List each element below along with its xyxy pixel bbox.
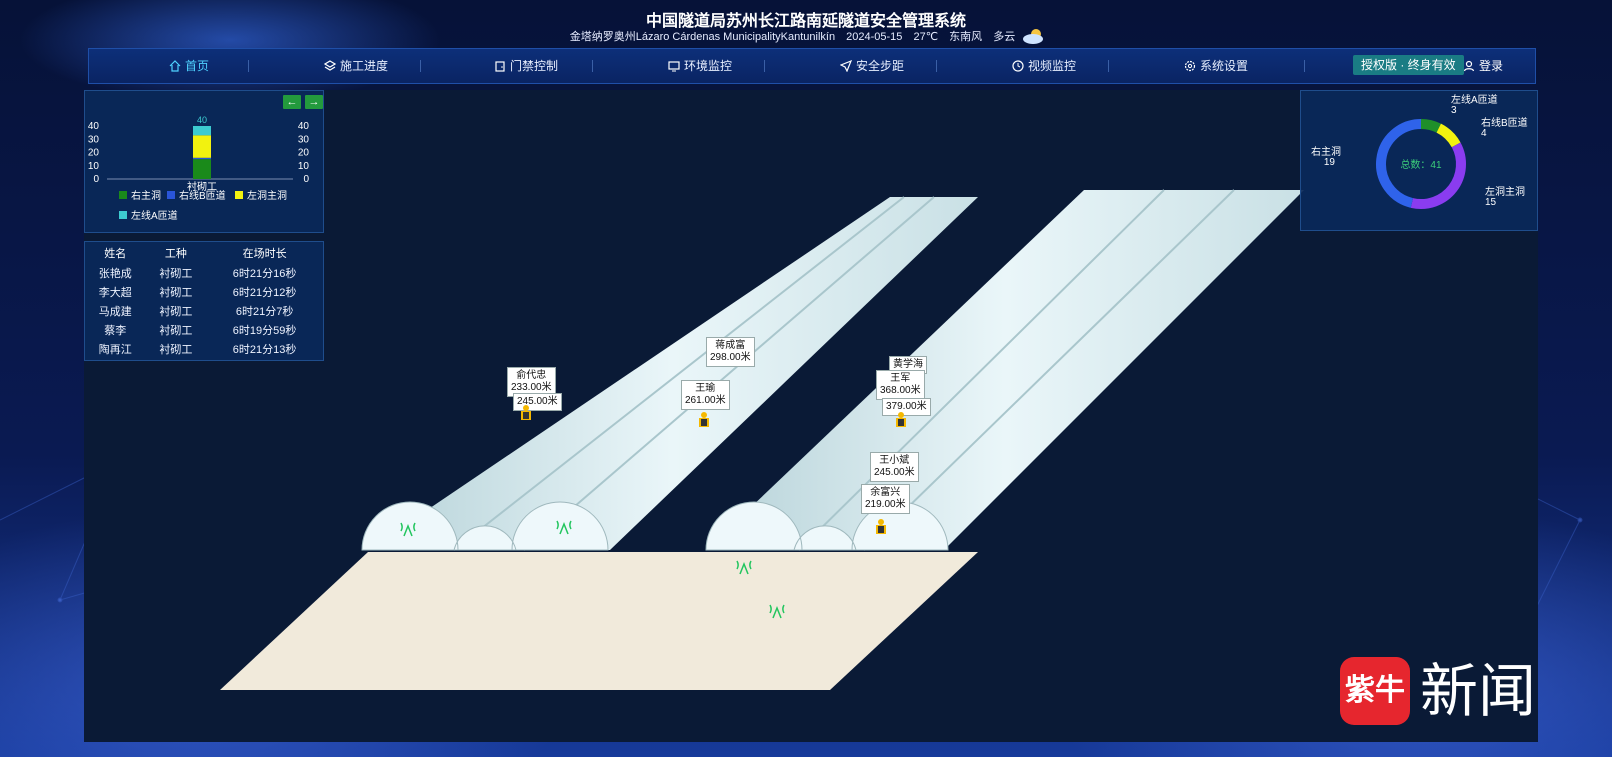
nav-environment-monitor[interactable]: 环境监控	[625, 49, 775, 83]
table-row[interactable]: 李大超 衬砌工 6时21分12秒	[85, 282, 323, 301]
bar-segment	[193, 157, 211, 160]
worker-icon[interactable]	[893, 412, 909, 430]
legend-swatch	[119, 211, 127, 219]
donut-label: 左线A匝道	[1451, 93, 1498, 106]
layers-icon	[323, 60, 337, 71]
bar-segment	[193, 135, 211, 158]
nav-home[interactable]: 首页	[114, 49, 264, 83]
worker-icon[interactable]	[518, 405, 534, 423]
table-row[interactable]: 蔡李 衬砌工 6时19分59秒	[85, 320, 323, 339]
table-row[interactable]: 马成建 衬砌工 6时21分7秒	[85, 301, 323, 320]
location-text: 金塔纳罗奥州Lázaro Cárdenas MunicipalityKantun…	[569, 31, 836, 43]
login-button[interactable]: 登录	[1463, 49, 1503, 83]
y-tick-left: 0	[93, 174, 99, 185]
table-row[interactable]: 陶再江 衬砌工 6时21分13秒	[85, 339, 323, 358]
donut-chart: 总数：41左线A匝道3右线B匝道4左洞主洞15右主洞19	[1311, 93, 1528, 209]
watermark: 紫牛 新闻	[1340, 655, 1560, 727]
wind-text: 东南风	[949, 31, 983, 43]
bar-chart: 0 010 1020 2030 3040 4040衬砌工右主洞 右线B匝道 左洞主洞左线A匝道	[88, 115, 310, 222]
worker-tag[interactable]: 王军 368.00米	[876, 370, 925, 400]
legend-label: 左洞主洞	[247, 189, 287, 202]
bar-total-label: 40	[197, 115, 207, 125]
donut-value: 15	[1485, 197, 1497, 208]
gear-icon	[1184, 60, 1196, 72]
donut-slice	[1436, 123, 1461, 148]
y-tick-right: 20	[298, 148, 310, 159]
donut-slice	[1420, 119, 1441, 133]
legend-swatch	[119, 191, 127, 199]
y-tick-right: 10	[298, 161, 310, 172]
navigation-icon	[839, 59, 853, 73]
ground-platform	[220, 552, 978, 690]
donut-value: 19	[1324, 157, 1336, 168]
y-tick-right: 40	[298, 121, 310, 132]
door-icon	[495, 61, 505, 72]
date-text: 2024-05-15	[846, 31, 903, 43]
nav-safety-distance[interactable]: 安全步距	[797, 49, 947, 83]
y-tick-left: 20	[88, 148, 100, 159]
col-duration: 在场时长	[242, 247, 287, 260]
legend-label: 右线B匝道	[179, 189, 226, 202]
donut-value: 3	[1451, 105, 1457, 116]
donut-center-label: 总数：41	[1400, 158, 1442, 171]
header-info: 金塔纳罗奥州Lázaro Cárdenas MunicipalityKantun…	[0, 28, 1612, 44]
bar-segment	[193, 126, 211, 136]
worker-tag[interactable]: 王小斌 245.00米	[870, 452, 919, 482]
table-row[interactable]: 张艳成 衬砌工 6时21分16秒	[85, 263, 323, 282]
nav-access-control[interactable]: 门禁控制	[451, 49, 601, 83]
temperature-text: 27℃	[913, 31, 939, 43]
user-icon	[1463, 60, 1475, 72]
donut-slice	[1410, 142, 1466, 209]
worker-icon[interactable]	[873, 519, 889, 537]
legend-swatch	[167, 191, 175, 199]
nav-video-monitor[interactable]: 视频监控	[969, 49, 1119, 83]
bar-segment	[193, 159, 211, 179]
watermark-text: 新闻	[1420, 657, 1537, 725]
y-tick-left: 10	[88, 161, 100, 172]
home-icon	[169, 60, 181, 72]
next-button[interactable]: →	[305, 95, 323, 109]
worker-icon[interactable]	[696, 412, 712, 430]
license-badge: 授权版 · 终身有效	[1353, 55, 1464, 75]
col-type: 工种	[164, 247, 187, 260]
personnel-table: 姓名 工种 在场时长 张艳成 衬砌工 6时21分16秒 李大超 衬砌工 6时21分12秒…	[84, 241, 324, 361]
prev-button[interactable]: ←	[283, 95, 301, 109]
watermark-logo: 紫牛	[1340, 657, 1410, 725]
top-nav: 首页 施工进度 门禁控制 环境监控 安全步距 视频监控 系统设置 授权版 · 终…	[88, 48, 1536, 84]
y-tick-right: 0	[303, 174, 309, 185]
nav-construction-progress[interactable]: 施工进度	[281, 49, 431, 83]
worker-tag[interactable]: 余富兴 219.00米	[861, 484, 910, 514]
worker-tag[interactable]: 王瑜 261.00米	[681, 380, 730, 410]
weather-text: 多云	[993, 31, 1016, 43]
donut-value: 4	[1481, 128, 1487, 139]
legend-label: 右主洞	[131, 189, 161, 202]
worktype-bar-panel: ← → 0 0 10 10 20 20 30 30 40 40 40 衬砌工 右主洞 右线B匝道 左洞主洞左…	[84, 90, 324, 233]
legend-swatch	[235, 191, 243, 199]
donut-label: 右线B匝道	[1481, 116, 1528, 129]
y-tick-left: 40	[88, 121, 100, 132]
worker-tag[interactable]: 蒋成富 298.00米	[706, 337, 755, 367]
y-tick-left: 30	[88, 134, 100, 145]
y-tick-right: 30	[298, 134, 310, 145]
monitor-icon	[668, 61, 680, 72]
nav-system-settings[interactable]: 系统设置	[1141, 49, 1291, 83]
col-name: 姓名	[104, 247, 127, 260]
clock-icon	[1012, 60, 1024, 72]
legend-label: 左线A匝道	[131, 209, 178, 222]
cloud-icon	[1023, 29, 1044, 44]
area-donut-panel: 总数：41 左线A匝道 3 右线B匝道 4 左洞主洞 15 右主洞 19	[1300, 90, 1538, 231]
